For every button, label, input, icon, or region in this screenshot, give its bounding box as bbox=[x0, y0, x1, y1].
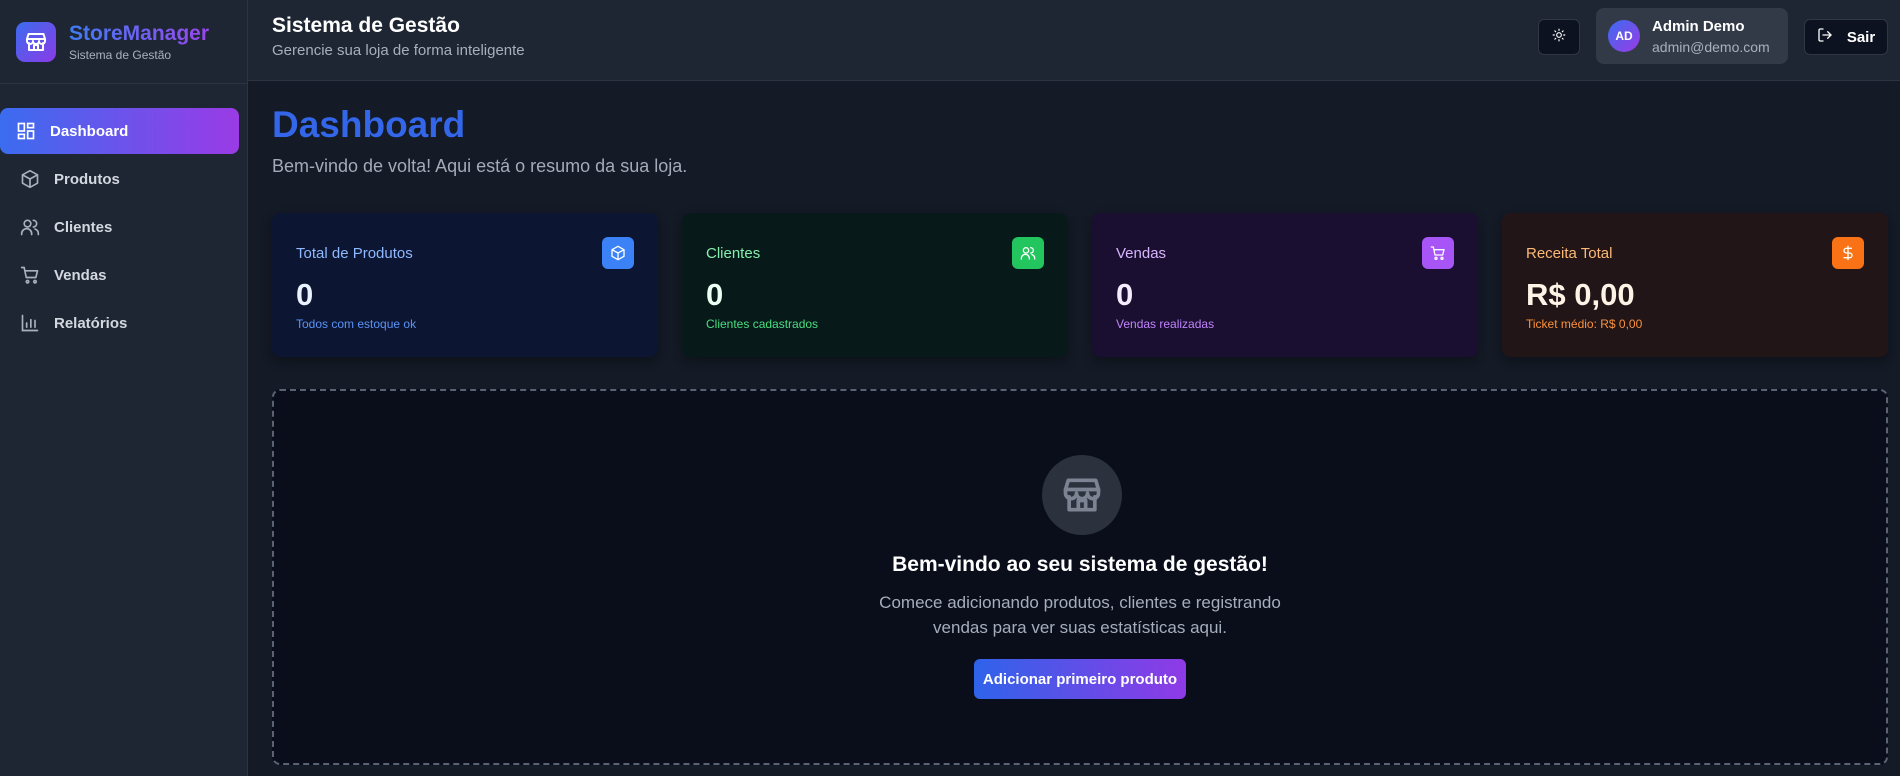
card-footnote: Vendas realizadas bbox=[1116, 317, 1215, 331]
card-footnote: Todos com estoque ok bbox=[296, 317, 417, 331]
users-icon bbox=[20, 217, 40, 237]
empty-state-description: Comece adicionando produtos, clientes e … bbox=[879, 593, 1281, 637]
logout-button[interactable]: Sair bbox=[1804, 19, 1888, 55]
card-label: Total de Produtos bbox=[296, 245, 413, 262]
brand[interactable]: StoreManager Sistema de Gestão bbox=[0, 0, 247, 84]
user-name: Admin Demo bbox=[1652, 17, 1745, 35]
avatar: AD bbox=[1608, 20, 1640, 52]
bar-chart-icon bbox=[20, 313, 40, 333]
store-icon bbox=[16, 21, 56, 62]
store-icon bbox=[1042, 455, 1122, 535]
theme-toggle-button[interactable] bbox=[1538, 19, 1580, 55]
dollar-sign-icon bbox=[1832, 237, 1864, 269]
log-out-icon bbox=[1817, 27, 1833, 47]
card-value: 0 bbox=[1116, 277, 1134, 312]
sidebar-item-dashboard[interactable]: Dashboard bbox=[0, 108, 239, 154]
card-label: Receita Total bbox=[1526, 245, 1613, 262]
brand-subtitle: Sistema de Gestão bbox=[69, 47, 172, 62]
top-header: Sistema de Gestão Gerencie sua loja de f… bbox=[248, 0, 1900, 81]
sidebar-nav: Dashboard Produtos Clientes Vendas Relat… bbox=[0, 84, 247, 346]
page-subtitle: Bem-vindo de volta! Aqui está o resumo d… bbox=[272, 156, 688, 176]
package-icon bbox=[602, 237, 634, 269]
header-subtitle: Gerencie sua loja de forma inteligente bbox=[272, 42, 525, 59]
card-label: Clientes bbox=[706, 245, 761, 262]
layout-dashboard-icon bbox=[16, 121, 36, 141]
sidebar-item-clientes[interactable]: Clientes bbox=[0, 204, 239, 250]
sidebar-item-relatorios[interactable]: Relatórios bbox=[0, 300, 239, 346]
sidebar-item-produtos[interactable]: Produtos bbox=[0, 156, 239, 202]
card-footnote: Ticket médio: R$ 0,00 bbox=[1526, 317, 1643, 331]
sun-icon bbox=[1552, 28, 1566, 47]
card-footnote: Clientes cadastrados bbox=[706, 317, 819, 331]
package-icon bbox=[20, 169, 40, 189]
card-value: R$ 0,00 bbox=[1526, 277, 1635, 312]
empty-state-title: Bem-vindo ao seu sistema de gestão! bbox=[892, 553, 1268, 576]
users-icon bbox=[1012, 237, 1044, 269]
sidebar-item-vendas[interactable]: Vendas bbox=[0, 252, 239, 298]
card-value: 0 bbox=[296, 277, 314, 312]
shopping-cart-icon bbox=[1422, 237, 1454, 269]
user-menu[interactable]: AD Admin Demo admin@demo.com bbox=[1596, 8, 1788, 64]
stat-card-clientes: Clientes 0 Clientes cadastrados bbox=[682, 213, 1068, 357]
header-title: Sistema de Gestão bbox=[272, 14, 460, 37]
sidebar-item-label: Relatórios bbox=[54, 314, 128, 332]
stat-card-produtos: Total de Produtos 0 Todos com estoque ok bbox=[272, 213, 658, 357]
card-value: 0 bbox=[706, 277, 724, 312]
stat-card-vendas: Vendas 0 Vendas realizadas bbox=[1092, 213, 1478, 357]
sidebar-item-label: Vendas bbox=[54, 266, 107, 284]
logout-label: Sair bbox=[1846, 28, 1876, 46]
stat-card-receita: Receita Total R$ 0,00 Ticket médio: R$ 0… bbox=[1502, 213, 1888, 357]
page-title: Dashboard bbox=[272, 104, 466, 145]
empty-state-panel: Bem-vindo ao seu sistema de gestão! Come… bbox=[272, 389, 1888, 765]
add-first-product-button[interactable]: Adicionar primeiro produto bbox=[974, 659, 1186, 699]
sidebar-item-label: Clientes bbox=[54, 218, 113, 236]
shopping-cart-icon bbox=[20, 265, 40, 285]
sidebar: StoreManager Sistema de Gestão Dashboard… bbox=[0, 0, 248, 776]
card-label: Vendas bbox=[1116, 245, 1167, 262]
brand-name: StoreManager bbox=[69, 21, 210, 45]
sidebar-item-label: Produtos bbox=[54, 170, 120, 188]
sidebar-item-label: Dashboard bbox=[50, 122, 129, 140]
empty-state-text: Comece adicionando produtos, clientes e … bbox=[274, 590, 1886, 640]
user-email: admin@demo.com bbox=[1652, 38, 1770, 55]
